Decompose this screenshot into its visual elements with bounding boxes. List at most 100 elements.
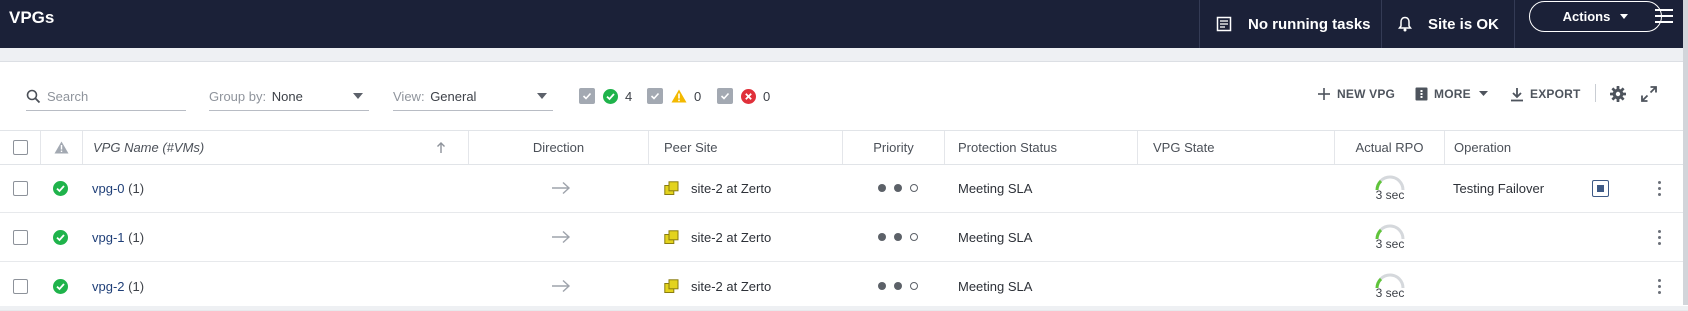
site-status-indicator[interactable]: Site is OK [1381, 0, 1514, 48]
vpg-name-link[interactable]: vpg-1 [92, 230, 125, 245]
vpg-name-cell[interactable]: vpg-1 (1) [92, 213, 144, 261]
tasks-icon [1216, 16, 1232, 32]
filter-error[interactable]: 0 [717, 88, 770, 104]
row-select-cell [13, 164, 28, 212]
checkbox-checked-icon[interactable] [717, 88, 733, 104]
hamburger-menu-icon[interactable] [1654, 6, 1674, 26]
column-label: Peer Site [664, 140, 718, 155]
actual-rpo-cell: 3 sec [1370, 262, 1410, 310]
row-checkbox[interactable] [13, 278, 28, 294]
stop-icon [1597, 184, 1604, 192]
status-ok-icon [603, 88, 618, 104]
arrow-right-icon [552, 279, 571, 293]
status-ok-icon [53, 229, 68, 245]
vpg-name-link[interactable]: vpg-0 [92, 181, 125, 196]
warning-count: 0 [694, 88, 702, 104]
protection-status-cell: Meeting SLA [958, 262, 1032, 310]
status-error-icon [741, 88, 756, 104]
filter-ok[interactable]: 4 [579, 88, 632, 104]
priority-indicator [878, 282, 918, 290]
column-header-actual-rpo[interactable]: Actual RPO [1334, 131, 1444, 164]
view-select[interactable]: View: General [393, 82, 553, 111]
top-bar: VPGs No running tasks Site is OK Actions [0, 0, 1688, 48]
more-button[interactable]: MORE [1415, 82, 1488, 106]
expand-icon[interactable] [1641, 86, 1657, 102]
download-icon [1511, 87, 1523, 101]
peer-site-label: site-2 at Zerto [691, 229, 772, 245]
scrollbar[interactable] [1683, 0, 1688, 305]
vpg-panel: Search Group by: None View: General 4 0 … [0, 61, 1688, 311]
row-status-cell [53, 262, 68, 310]
alert-column[interactable] [40, 131, 82, 164]
table-row[interactable]: vpg-2 (1) site-2 at Zerto Meeting SLA 3 … [0, 262, 1688, 311]
more-label: MORE [1434, 87, 1471, 101]
chevron-down-icon [1478, 91, 1488, 96]
search-icon [26, 89, 41, 103]
row-checkbox[interactable] [13, 180, 28, 196]
checkbox-checked-icon[interactable] [579, 88, 595, 104]
column-label: Priority [873, 140, 914, 155]
kebab-menu-icon[interactable] [1658, 229, 1661, 245]
chevron-down-icon [1620, 14, 1629, 19]
priority-cell [878, 164, 918, 212]
peer-site-label: site-2 at Zerto [691, 180, 772, 196]
group-by-select[interactable]: Group by: None [209, 82, 369, 111]
select-all-cell [13, 131, 28, 164]
vm-count: (1) [128, 278, 145, 294]
export-button[interactable]: EXPORT [1510, 82, 1581, 106]
group-by-value: None [271, 88, 303, 104]
column-header-vpg-state[interactable]: VPG State [1137, 131, 1334, 164]
tasks-label: No running tasks [1248, 15, 1371, 33]
column-header-peer-site[interactable]: Peer Site [648, 131, 842, 164]
vpg-name-cell[interactable]: vpg-2 (1) [92, 262, 144, 310]
table-header: VPG Name (#VMs) Direction Peer Site Prio… [0, 130, 1688, 165]
protection-status-label: Meeting SLA [958, 278, 1033, 294]
filter-warning[interactable]: 0 [647, 88, 701, 104]
stop-operation-button[interactable] [1592, 179, 1609, 197]
protection-status-cell: Meeting SLA [958, 164, 1032, 212]
column-header-operation[interactable]: Operation [1444, 131, 1683, 164]
gear-icon[interactable] [1610, 86, 1626, 102]
peer-site-cell: site-2 at Zerto [664, 164, 771, 212]
column-header-protection-status[interactable]: Protection Status [944, 131, 1137, 164]
view-value: General [430, 88, 477, 104]
vpg-name-cell[interactable]: vpg-0 (1) [92, 164, 144, 212]
column-label: Direction [532, 140, 585, 155]
bell-icon [1398, 16, 1412, 32]
site-icon [664, 180, 679, 195]
site-status-label: Site is OK [1428, 15, 1499, 33]
kebab-menu-icon[interactable] [1658, 180, 1661, 196]
vm-count: (1) [128, 180, 145, 196]
priority-cell [878, 213, 918, 261]
actions-button[interactable]: Actions [1529, 1, 1662, 32]
search-input[interactable]: Search [26, 82, 186, 111]
kebab-menu-icon[interactable] [1658, 278, 1661, 294]
actions-label: Actions [1562, 9, 1611, 24]
new-vpg-button[interactable]: NEW VPG [1317, 82, 1395, 106]
row-menu-cell [1658, 262, 1661, 310]
vpg-name-link[interactable]: vpg-2 [92, 279, 125, 294]
column-header-priority[interactable]: Priority [842, 131, 944, 164]
peer-site-label: site-2 at Zerto [691, 278, 772, 294]
row-checkbox[interactable] [13, 229, 28, 245]
plus-icon [1318, 88, 1330, 100]
priority-indicator [878, 233, 918, 241]
vm-count: (1) [128, 229, 145, 245]
column-header-vpg-name[interactable]: VPG Name (#VMs) [82, 131, 468, 164]
column-label: VPG State [1153, 140, 1215, 155]
row-select-cell [13, 213, 28, 261]
table-row[interactable]: vpg-0 (1) site-2 at Zerto Meeting SLA 3 … [0, 164, 1688, 213]
column-label: Protection Status [958, 140, 1057, 155]
peer-site-cell: site-2 at Zerto [664, 262, 771, 310]
arrow-right-icon [552, 230, 571, 244]
table-row[interactable]: vpg-1 (1) site-2 at Zerto Meeting SLA 3 … [0, 213, 1688, 262]
search-placeholder: Search [47, 88, 89, 104]
running-tasks-indicator[interactable]: No running tasks [1199, 0, 1381, 48]
column-label: Actual RPO [1355, 140, 1424, 155]
checkbox-checked-icon[interactable] [647, 88, 663, 104]
sort-ascending-icon[interactable] [436, 142, 446, 154]
protection-status-cell: Meeting SLA [958, 213, 1032, 261]
column-header-direction[interactable]: Direction [468, 131, 648, 164]
select-all-checkbox[interactable] [13, 140, 28, 155]
dropdown-arrow-icon [537, 93, 547, 99]
